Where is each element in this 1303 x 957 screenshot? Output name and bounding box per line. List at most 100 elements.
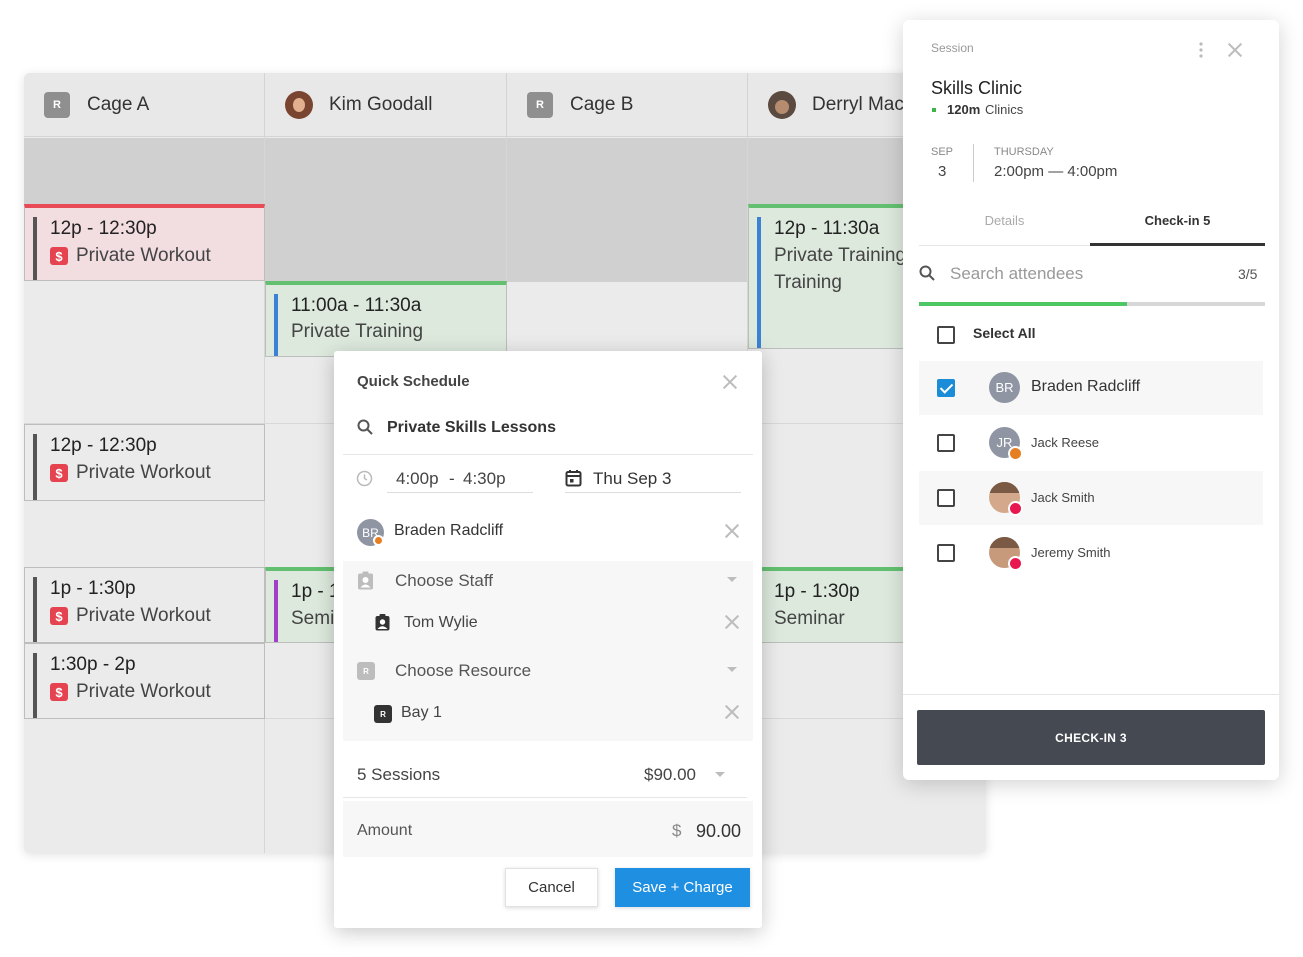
amount-input[interactable]: 90.00 <box>696 821 741 842</box>
event-color-bar <box>33 434 37 500</box>
start-time[interactable]: 4:00p <box>396 469 439 489</box>
attendee-checkbox[interactable] <box>937 489 955 507</box>
event-title-text: Private Workout <box>76 462 211 483</box>
close-icon[interactable] <box>1227 42 1243 58</box>
calendar-event[interactable]: 12p - 12:30p $ Private Workout <box>24 204 265 281</box>
date-underline <box>565 492 741 493</box>
save-charge-button[interactable]: Save + Charge <box>615 868 750 907</box>
footer-divider <box>903 694 1279 695</box>
column-title: Derryl Mac <box>812 93 904 115</box>
remove-resource-icon[interactable] <box>724 704 740 720</box>
staff-badge-icon <box>375 614 390 631</box>
client-name: Braden Radcliff <box>394 522 504 539</box>
sessions-package[interactable]: 5 Sessions <box>357 765 440 785</box>
cancel-button[interactable]: Cancel <box>505 868 598 907</box>
calendar-event[interactable]: 11:00a - 11:30a Private Training <box>265 281 507 357</box>
time-underline <box>387 492 533 493</box>
chevron-down-icon[interactable] <box>727 577 737 582</box>
panel-label: Session <box>931 41 974 55</box>
calendar-icon <box>565 470 582 487</box>
close-icon[interactable] <box>722 374 738 390</box>
attendee-name: Jack Smith <box>1031 490 1095 505</box>
attendee-checkbox[interactable] <box>937 544 955 562</box>
event-color-bar <box>274 294 278 356</box>
remove-client-icon[interactable] <box>724 523 740 539</box>
chevron-down-icon[interactable] <box>715 772 725 777</box>
attendee-avatar: BR <box>989 372 1020 403</box>
column-header-cage-b[interactable]: R Cage B <box>507 73 748 137</box>
event-time: 1:30p - 2p <box>50 654 136 675</box>
checkin-progress-track <box>919 302 1265 306</box>
staff-avatar <box>285 90 313 119</box>
event-time: 12p - 12:30p <box>50 218 157 239</box>
event-title-text: Private Workout <box>76 605 211 626</box>
unavailable-block <box>265 138 507 282</box>
event-title: Private Training <box>774 245 907 266</box>
event-title: Semi <box>291 608 335 629</box>
column-title: Kim Goodall <box>329 93 433 115</box>
calendar-event[interactable]: 12p - 12:30p $ Private Workout <box>24 424 265 501</box>
event-title: $ Private Workout <box>50 245 211 267</box>
column-header-kim-goodall[interactable]: Kim Goodall <box>265 73 507 137</box>
active-tab-indicator <box>1090 243 1265 246</box>
attendee-checkbox[interactable] <box>937 379 955 397</box>
date-field[interactable]: Thu Sep 3 <box>593 469 671 489</box>
more-options-icon[interactable] <box>1198 42 1204 58</box>
select-all-checkbox[interactable] <box>937 326 955 344</box>
tab-check-in[interactable]: Check-in 5 <box>1090 213 1265 228</box>
check-in-button[interactable]: CHECK-IN 3 <box>917 710 1265 765</box>
attendee-name: Jack Reese <box>1031 435 1099 450</box>
session-panel: Session Skills Clinic 120m Clinics SEP 3… <box>903 20 1279 780</box>
column-title: Cage B <box>570 93 634 115</box>
session-weekday: THURSDAY <box>994 146 1054 158</box>
column-title: Cage A <box>87 93 150 115</box>
event-title: Seminar <box>774 608 845 629</box>
remove-staff-icon[interactable] <box>724 614 740 630</box>
choose-resource-select[interactable]: Choose Resource <box>395 661 531 681</box>
search-attendees-input[interactable]: Search attendees <box>950 264 1083 284</box>
checkin-progress-fill <box>919 302 1127 306</box>
category-color-dot <box>932 108 936 112</box>
column-header-cage-a[interactable]: R Cage A <box>24 73 265 137</box>
dollar-icon: $ <box>50 607 68 625</box>
event-title: $ Private Workout <box>50 462 211 484</box>
end-time[interactable]: 4:30p <box>463 469 506 489</box>
resource-icon: R <box>44 91 70 118</box>
session-time-range: 2:00pm — 4:00pm <box>994 163 1118 180</box>
attendee-row[interactable]: JR Jack Reese <box>919 416 1263 470</box>
dollar-icon: $ <box>50 464 68 482</box>
calendar-event[interactable]: 1:30p - 2p $ Private Workout <box>24 643 265 719</box>
attendee-row[interactable]: BR Braden Radcliff <box>919 361 1263 415</box>
status-dot <box>1008 501 1023 516</box>
service-name[interactable]: Private Skills Lessons <box>387 419 556 437</box>
resource-icon: R <box>357 662 375 680</box>
event-time: 1p - 1 <box>291 581 340 602</box>
attendee-name: Jeremy Smith <box>1031 545 1111 560</box>
search-icon <box>357 419 373 435</box>
event-time: 11:00a - 11:30a <box>291 295 422 316</box>
attendee-name: Braden Radcliff <box>1031 378 1141 395</box>
chevron-down-icon[interactable] <box>727 667 737 672</box>
dollar-icon: $ <box>50 683 68 701</box>
status-dot <box>1008 556 1023 571</box>
attendee-row[interactable]: Jeremy Smith <box>919 526 1263 580</box>
attendee-row[interactable]: Jack Smith <box>919 471 1263 525</box>
tab-details[interactable]: Details <box>919 213 1090 228</box>
attendee-checkbox[interactable] <box>937 434 955 452</box>
event-color-bar <box>274 580 278 642</box>
selected-resource: Bay 1 <box>401 704 442 721</box>
checked-in-count: 3/5 <box>1238 266 1258 282</box>
date-divider <box>973 144 974 182</box>
event-title-text: Private Workout <box>76 681 211 702</box>
session-day: 3 <box>938 163 947 180</box>
staff-badge-icon <box>358 571 373 590</box>
calendar-event[interactable]: 1p - 1:30p $ Private Workout <box>24 567 265 643</box>
event-time: 1p - 1:30p <box>774 581 860 602</box>
event-color-bar <box>757 217 761 348</box>
event-color-bar <box>33 653 37 718</box>
currency-symbol: $ <box>672 821 682 840</box>
amount-label: Amount <box>357 822 413 839</box>
choose-staff-select[interactable]: Choose Staff <box>395 571 493 591</box>
event-title-line2: Training <box>774 272 842 293</box>
event-time: 12p - 12:30p <box>50 435 157 456</box>
